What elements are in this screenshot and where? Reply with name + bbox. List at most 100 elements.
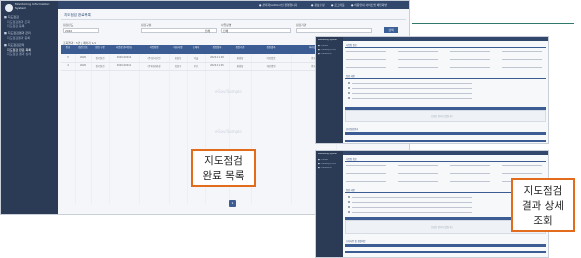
callout-detail-line2: 결과 상세 xyxy=(522,200,564,212)
checkbox[interactable] xyxy=(348,87,350,89)
form-field[interactable] xyxy=(502,59,542,60)
form-field[interactable] xyxy=(398,165,438,166)
form-field[interactable] xyxy=(450,181,490,182)
checkbox[interactable] xyxy=(348,206,350,208)
detail-app-name: Monitoring System xyxy=(318,39,337,41)
detail-sidebar-item[interactable]: ■ 지도점검관리 xyxy=(318,167,342,170)
form-field[interactable] xyxy=(346,51,386,52)
form-field[interactable] xyxy=(398,59,438,60)
table-cell: 환경청 xyxy=(236,57,244,60)
form-field[interactable] xyxy=(502,67,542,68)
table-cell: 환경청 xyxy=(236,65,244,68)
form-field[interactable] xyxy=(346,165,386,166)
checkbox[interactable] xyxy=(348,92,350,94)
divider-line xyxy=(412,23,574,24)
filter-label-agency: 점검기관 xyxy=(296,23,307,27)
logout-link[interactable]: ● 로그아웃 xyxy=(331,3,345,7)
form-field[interactable] xyxy=(398,181,438,182)
filter-agency-input[interactable] xyxy=(296,28,372,33)
column-divider xyxy=(91,54,92,204)
search-button[interactable]: 검색 xyxy=(384,27,398,33)
table-cell: (주)한국산업 xyxy=(147,57,161,60)
column-divider xyxy=(139,54,140,204)
sidebar-subitem[interactable]: 지도점검 결과 상세 xyxy=(7,52,59,57)
form-field[interactable] xyxy=(502,173,542,174)
table-header-cell[interactable]: 사업장명 xyxy=(139,46,169,49)
table-cell: 정기점검 xyxy=(95,57,105,60)
sidebar-item-inspection-manage[interactable]: ■ 지도점검관리 xyxy=(4,43,56,48)
table-cell: 부산 xyxy=(193,65,199,68)
filter-year-select[interactable]: 2020 xyxy=(63,28,99,33)
table-cell: 4 xyxy=(67,64,69,67)
checkbox[interactable] xyxy=(348,201,350,203)
check-item-text xyxy=(352,98,472,99)
filter-year-value: 2020 xyxy=(65,29,73,33)
column-divider xyxy=(169,54,170,204)
table-header-cell[interactable]: 점검 구분 xyxy=(91,46,109,49)
detail-section-title: 현지점검결과 xyxy=(346,128,359,131)
table-header-cell[interactable]: 대표자명 xyxy=(169,46,187,49)
checkbox[interactable] xyxy=(348,97,350,99)
detail-sidebar-item[interactable]: ■ 지도점검결과 관리 xyxy=(318,49,342,52)
form-field[interactable] xyxy=(450,165,490,166)
table-header-cell[interactable]: 번호 xyxy=(61,46,75,49)
detail-app-name: Monitoring System xyxy=(318,153,337,155)
sidebar-subitem[interactable]: 지도점검결과 등록 xyxy=(7,36,59,41)
table-cell: 2020 xyxy=(79,56,87,59)
detail-topbar xyxy=(343,151,548,155)
detail-table-header xyxy=(345,251,546,253)
table-header-cell[interactable]: 점검기관 xyxy=(229,46,251,49)
filter-type-select[interactable]: 전체 xyxy=(141,28,217,33)
form-field[interactable] xyxy=(450,67,490,68)
form-field[interactable] xyxy=(346,181,386,182)
checkbox[interactable] xyxy=(348,82,350,84)
pagination-current[interactable]: 1 xyxy=(229,200,236,207)
callout-list: 지도점검 완료 목록 xyxy=(191,149,256,187)
logo-icon xyxy=(5,4,13,12)
sitemap-link[interactable]: ● 이용안내 사이트맵 메인화면 xyxy=(351,3,387,7)
detail-sidebar-item[interactable]: ■ 지도점검 xyxy=(318,45,342,48)
form-field[interactable] xyxy=(450,51,490,52)
table-cell: 정기점검 xyxy=(95,65,105,68)
form-field[interactable] xyxy=(346,173,386,174)
column-divider xyxy=(291,54,292,204)
form-field[interactable] xyxy=(450,173,490,174)
form-field[interactable] xyxy=(398,173,438,174)
user-welcome: ● 관리자(admin)님 환영합니다 xyxy=(259,3,298,7)
table-header-cell[interactable]: 점검일자 xyxy=(205,46,229,49)
filter-company-value: 전체 xyxy=(223,29,229,33)
table-cell: 2020 xyxy=(79,64,87,67)
checkbox[interactable] xyxy=(348,211,350,213)
detail-table-header xyxy=(345,140,546,142)
detail-empty-text: 조회된 결과가 없습니다 xyxy=(431,115,453,118)
detail-window-top: Monitoring System ■ 지도점검 ■ 지도점검결과 관리 ■ 지… xyxy=(315,36,549,144)
check-item-text xyxy=(352,88,472,89)
edit-info-link[interactable]: ● 정보수정 xyxy=(311,3,325,7)
form-field[interactable] xyxy=(502,165,542,166)
form-field[interactable] xyxy=(398,51,438,52)
filter-label-company: 사업장명 xyxy=(221,23,232,27)
form-field[interactable] xyxy=(398,67,438,68)
table-cell: 5 xyxy=(67,56,69,59)
filter-label-year: 점검년도 xyxy=(63,23,74,27)
table-header-cell[interactable]: 점검 연도 xyxy=(75,46,91,49)
sidebar-item-result-manage[interactable]: ■ 지도점검결과 관리 xyxy=(4,31,56,36)
detail-sidebar-item[interactable]: ■ 지도점검결과 관리 xyxy=(318,163,342,166)
table-header-cell[interactable]: 점검결과 xyxy=(251,46,291,49)
detail-sidebar-item[interactable]: ■ 지도점검관리 xyxy=(318,53,342,56)
form-field[interactable] xyxy=(502,51,542,52)
table-header-cell[interactable]: 소재지 xyxy=(187,46,205,49)
table-cell: 2020-00011 xyxy=(116,64,132,67)
table-header-cell[interactable]: 사업장 관리번호 xyxy=(109,46,139,49)
watermark: eGov/Sample xyxy=(215,89,242,94)
filter-company-input[interactable]: 전체 xyxy=(221,28,291,33)
sidebar-subitem[interactable]: 지도점검 등록 xyxy=(7,24,59,29)
form-field[interactable] xyxy=(346,59,386,60)
form-field[interactable] xyxy=(450,59,490,60)
column-divider xyxy=(75,54,76,204)
checkbox[interactable] xyxy=(348,196,350,198)
section-rule xyxy=(345,161,546,162)
detail-sidebar-item[interactable]: ■ 지도점검 xyxy=(318,159,342,162)
sidebar-item-inspection[interactable]: ■ 지도점검 xyxy=(4,15,56,20)
form-field[interactable] xyxy=(346,67,386,68)
